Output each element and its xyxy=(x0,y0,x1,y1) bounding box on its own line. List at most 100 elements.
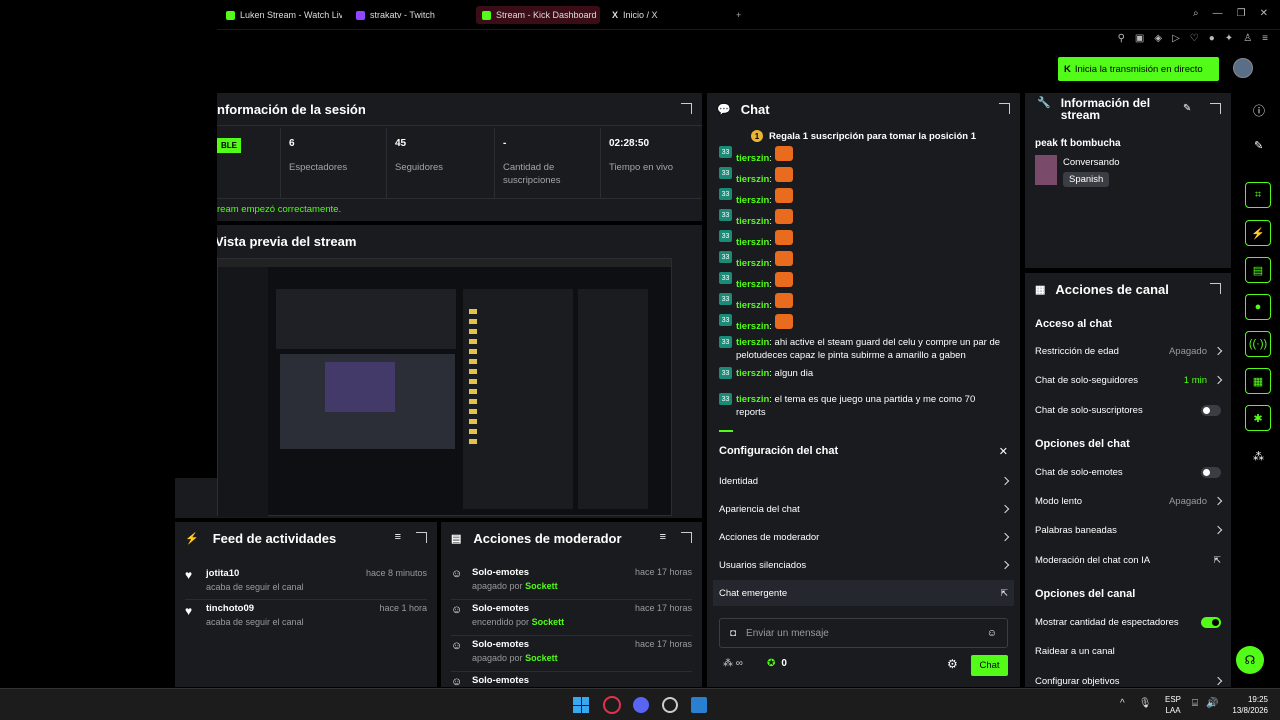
chat-username[interactable]: tierszin xyxy=(736,321,769,332)
settings-identity[interactable]: Identidad xyxy=(719,468,1010,494)
send-chat-button[interactable]: Chat xyxy=(971,655,1008,676)
chat-message: 33 tierszin: xyxy=(719,230,1004,249)
chat-username[interactable]: tierszin xyxy=(736,337,769,348)
clock[interactable]: 19:25 13/8/2026 xyxy=(1228,694,1268,716)
tab-x-home[interactable]: X Inicio / X xyxy=(606,6,716,24)
goals-row[interactable]: Configurar objetivos xyxy=(1035,672,1223,687)
emoji-icon[interactable]: ☺ xyxy=(987,628,997,639)
profile-icon[interactable]: ♙ xyxy=(1243,33,1252,44)
settings-mod-actions[interactable]: Acciones de moderador xyxy=(719,524,1010,550)
expand-icon[interactable] xyxy=(1210,283,1221,294)
banned-words-row[interactable]: Palabras baneadas xyxy=(1035,521,1223,539)
filter-icon[interactable]: ≡ xyxy=(395,531,401,543)
ai-moderation-row[interactable]: Moderación del chat con IA ⇱ xyxy=(1035,551,1221,569)
close-icon[interactable]: ✕ xyxy=(1260,8,1268,19)
rail-wrench-button[interactable]: ✱ xyxy=(1245,405,1271,431)
subscriber-badge-icon: 33 xyxy=(719,209,732,221)
close-icon[interactable]: ✕ xyxy=(999,445,1008,458)
chat-message: 33 tierszin: xyxy=(719,251,1004,270)
channel-points[interactable]: ✪ 0 xyxy=(767,658,787,669)
settings-appearance[interactable]: Apariencia del chat xyxy=(719,496,1010,522)
info-icon[interactable]: ⓘ xyxy=(1253,102,1265,119)
steam-icon[interactable] xyxy=(662,697,678,713)
expand-icon[interactable] xyxy=(416,532,427,543)
tab-luken-stream[interactable]: Luken Stream - Watch Live xyxy=(220,6,342,24)
record-icon[interactable]: ● xyxy=(1209,33,1215,44)
filter-icon[interactable]: ≡ xyxy=(660,531,666,543)
age-restriction-row[interactable]: Restricción de edad Apagado xyxy=(1035,342,1223,360)
chat-username[interactable]: tierszin xyxy=(736,368,769,379)
expand-icon[interactable] xyxy=(681,103,692,114)
chevron-up-icon[interactable]: ^ xyxy=(1120,698,1125,709)
subscriber-badge-icon: 33 xyxy=(719,336,732,348)
rail-server-button[interactable]: ▦ xyxy=(1245,368,1271,394)
server-icon: ▦ xyxy=(1035,283,1046,296)
pencil-icon[interactable]: ✎ xyxy=(1183,103,1191,114)
chat-username[interactable]: tierszin xyxy=(736,300,769,311)
play-icon[interactable]: ▷ xyxy=(1172,33,1180,44)
chat-users-icon[interactable]: ⁂ ∞ xyxy=(723,658,743,669)
microphone-icon[interactable]: 🎙 xyxy=(1139,698,1152,709)
pencil-icon[interactable]: ✎ xyxy=(1254,139,1263,152)
chat-message-body: tierszin: xyxy=(736,272,793,291)
heart-icon[interactable]: ♡ xyxy=(1190,33,1199,44)
settings-popout-chat[interactable]: Chat emergente ⇱ xyxy=(713,580,1014,606)
chat-username[interactable]: tierszin xyxy=(736,195,769,206)
raid-channel-row[interactable]: Raidear a un canal xyxy=(1035,642,1221,660)
subscribers-only-row: Chat de solo-suscriptores xyxy=(1035,401,1221,419)
support-button[interactable]: ☊ xyxy=(1236,646,1264,674)
chat-message-body: tierszin: el tema es que juego una parti… xyxy=(736,393,1004,419)
chat-username[interactable]: tierszin xyxy=(736,258,769,269)
minimize-icon[interactable]: — xyxy=(1213,8,1223,19)
twitch-icon xyxy=(356,10,365,20)
extensions-icon[interactable]: ✦ xyxy=(1225,33,1233,44)
discord-icon[interactable] xyxy=(633,697,649,713)
chat-username[interactable]: tierszin xyxy=(736,216,769,227)
rail-broadcast-button[interactable]: ((·)) xyxy=(1245,331,1271,357)
settings-muted-users[interactable]: Usuarios silenciados xyxy=(719,552,1010,578)
go-live-button[interactable]: K Inicia la transmisión en directo xyxy=(1058,57,1219,81)
restore-icon[interactable]: ❐ xyxy=(1237,8,1246,19)
shield-icon[interactable]: ◈ xyxy=(1154,33,1162,44)
chat-message-text: algun dia xyxy=(774,368,814,379)
screenshot-icon[interactable]: ▣ xyxy=(1135,33,1144,44)
opera-icon[interactable] xyxy=(603,696,621,714)
show-viewer-count-toggle[interactable] xyxy=(1201,616,1221,628)
language-indicator[interactable]: ESP LAA xyxy=(1165,694,1181,716)
followers-only-row[interactable]: Chat de solo-seguidores 1 min xyxy=(1035,371,1223,389)
tab-twitch[interactable]: strakatv - Twitch xyxy=(350,6,472,24)
stream-preview-video[interactable] xyxy=(217,258,672,517)
app-icon[interactable] xyxy=(691,697,707,713)
slow-mode-row[interactable]: Modo lento Apagado xyxy=(1035,492,1223,510)
users-icon[interactable]: ⁂ xyxy=(1253,450,1264,463)
category-name[interactable]: Conversando xyxy=(1063,157,1120,168)
rail-document-button[interactable]: ▤ xyxy=(1245,257,1271,283)
chat-username[interactable]: tierszin xyxy=(736,237,769,248)
cat-emote-icon xyxy=(774,314,793,329)
subscribers-only-toggle[interactable] xyxy=(1201,404,1221,416)
windows-start-icon[interactable] xyxy=(573,697,589,713)
pin-icon[interactable]: ⚲ xyxy=(1118,33,1125,44)
emotes-only-toggle[interactable] xyxy=(1201,466,1221,478)
search-icon[interactable]: ⌕ xyxy=(1193,8,1199,19)
expand-icon[interactable] xyxy=(681,532,692,543)
user-avatar[interactable] xyxy=(1233,58,1253,78)
chat-username[interactable]: tierszin xyxy=(736,174,769,185)
chat-separator: : xyxy=(769,216,775,227)
menu-icon[interactable]: ≡ xyxy=(1262,33,1268,44)
gear-icon[interactable]: ⚙ xyxy=(947,657,958,671)
tab-kick-dashboard[interactable]: Stream - Kick Dashboard xyxy=(476,6,600,24)
new-tab-button[interactable]: + xyxy=(730,6,747,24)
network-volume[interactable]: ⌸ 🔊 xyxy=(1192,698,1218,709)
chat-username[interactable]: tierszin xyxy=(736,279,769,290)
scroll-indicator xyxy=(719,430,733,432)
rail-scan-button[interactable]: ⌗ xyxy=(1245,182,1271,208)
chat-message-input[interactable]: ◘ Enviar un mensaje ☺ xyxy=(719,618,1008,648)
expand-icon[interactable] xyxy=(999,103,1010,114)
expand-icon[interactable] xyxy=(1210,103,1221,114)
pinned-gift-banner[interactable]: 1 Regala 1 suscripción para tomar la pos… xyxy=(707,127,1020,145)
rail-bolt-button[interactable]: ⚡ xyxy=(1245,220,1271,246)
rail-chat-button[interactable]: ● xyxy=(1245,294,1271,320)
chat-username[interactable]: tierszin xyxy=(736,153,769,164)
chat-username[interactable]: tierszin xyxy=(736,394,769,405)
